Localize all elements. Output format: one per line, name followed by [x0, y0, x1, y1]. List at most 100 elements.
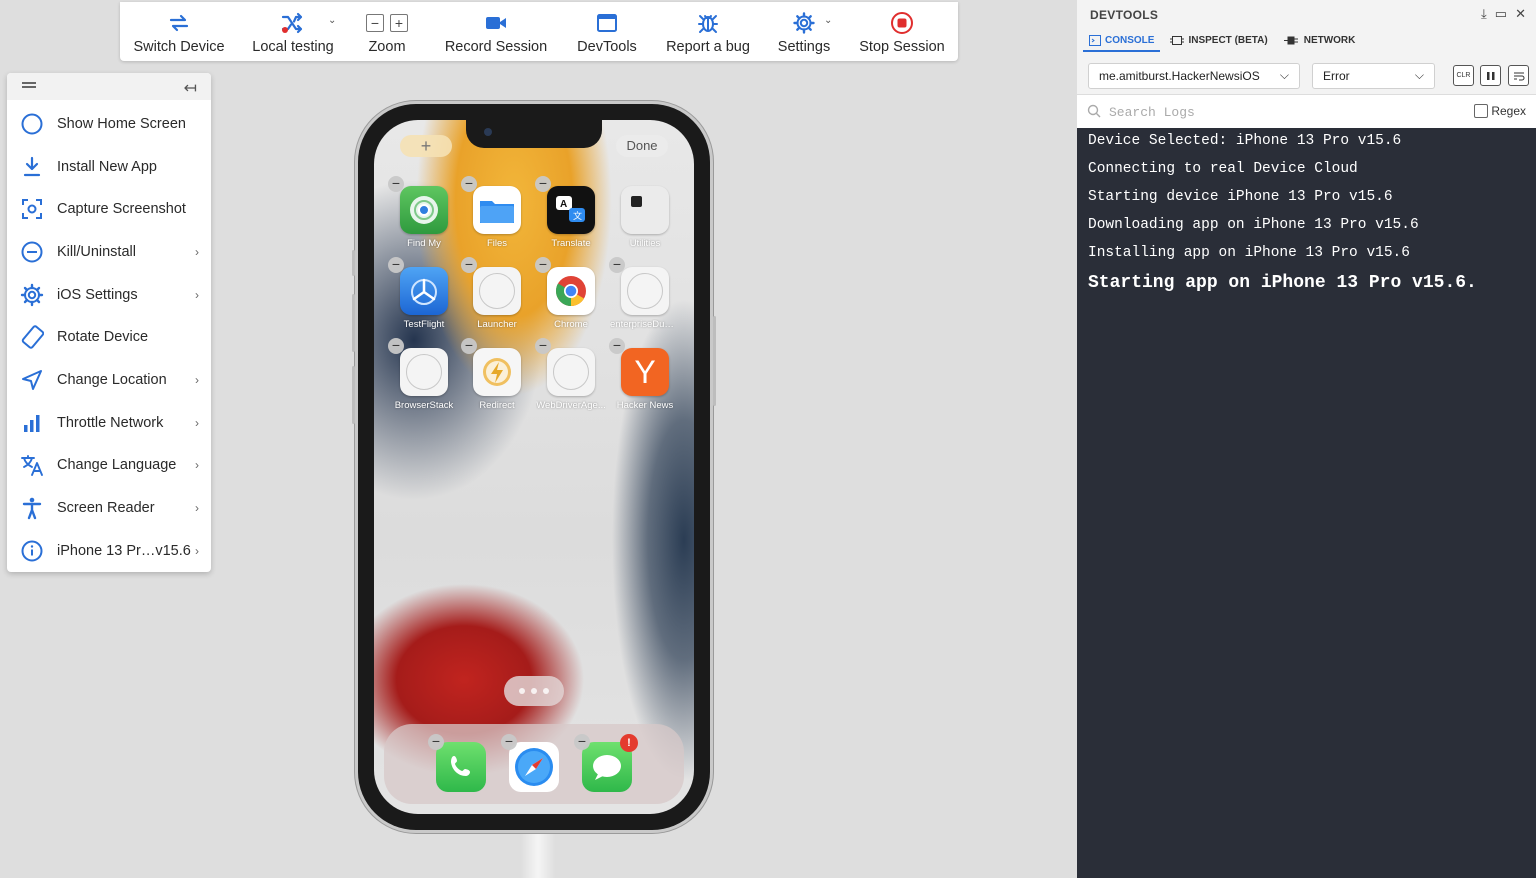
app-launcher[interactable]: − Launcher	[461, 257, 532, 330]
enterprise-placeholder-icon: −	[609, 257, 669, 315]
pause-logs-button[interactable]	[1480, 65, 1501, 86]
chrome-icon: −	[535, 257, 595, 315]
app-label: Launcher	[477, 319, 517, 330]
remove-app-icon[interactable]: −	[461, 338, 477, 354]
app-label: BrowserStack	[394, 400, 454, 411]
done-button[interactable]: Done	[616, 135, 668, 157]
wrap-lines-button[interactable]	[1508, 65, 1529, 86]
settings-label: Settings	[777, 39, 831, 55]
clear-logs-button[interactable]: CLR	[1453, 65, 1474, 86]
dock-bottom-icon[interactable]: ▭	[1495, 6, 1507, 22]
app-hacker-news[interactable]: − Y Hacker News	[609, 338, 680, 411]
minus-circle-icon	[20, 240, 44, 264]
app-find-my[interactable]: − Find My	[388, 176, 459, 249]
remove-app-icon[interactable]: −	[574, 734, 590, 750]
search-logs-input[interactable]	[1107, 101, 1471, 123]
remove-app-icon[interactable]: −	[461, 176, 477, 192]
safari-app[interactable]: −	[501, 734, 559, 792]
app-testflight[interactable]: − TestFlight	[388, 257, 459, 330]
kill-uninstall-item[interactable]: Kill/Uninstall ›	[7, 231, 211, 273]
zoom-in-button[interactable]: +	[390, 14, 408, 32]
log-line: Installing app on iPhone 13 Pro v15.6	[1088, 245, 1410, 261]
zoom-out-button[interactable]: −	[366, 14, 384, 32]
report-bug-button[interactable]: Report a bug	[662, 2, 754, 61]
app-label: Find My	[407, 238, 441, 249]
remove-app-icon[interactable]: −	[461, 257, 477, 273]
app-utilities[interactable]: Utilities	[610, 186, 680, 249]
sidebar-item-label: Screen Reader	[57, 500, 155, 516]
plug-icon	[1283, 36, 1300, 45]
bug-icon	[697, 10, 719, 36]
chevron-down-icon[interactable]: ⌄	[328, 15, 336, 26]
switch-device-button[interactable]: Switch Device	[133, 2, 225, 61]
devtools-button[interactable]: DevTools	[570, 2, 644, 61]
app-webdriver-agent[interactable]: − WebDriverAge...	[535, 338, 606, 411]
window-icon	[596, 10, 618, 36]
regex-toggle[interactable]: Regex	[1474, 104, 1526, 118]
show-home-screen-item[interactable]: Show Home Screen	[7, 103, 211, 145]
device-info-item[interactable]: iPhone 13 Pr…v15.6 ›	[7, 530, 211, 572]
log-level-select[interactable]: Error ⌵	[1312, 63, 1435, 89]
devtools-title: DEVTOOLS	[1090, 8, 1159, 22]
app-select-value: me.amitburst.HackerNewsiOS	[1099, 69, 1260, 83]
app-enterprise-dummy[interactable]: − enterpriseDum...	[609, 257, 680, 330]
remove-app-icon[interactable]: −	[388, 176, 404, 192]
remove-app-icon[interactable]: −	[535, 257, 551, 273]
remove-app-icon[interactable]: −	[388, 257, 404, 273]
remove-app-icon[interactable]: −	[501, 734, 517, 750]
remove-app-icon[interactable]: −	[609, 257, 625, 273]
tab-console[interactable]: CONSOLE	[1083, 30, 1161, 52]
remove-app-icon[interactable]: −	[535, 176, 551, 192]
rotate-device-item[interactable]: Rotate Device	[7, 316, 211, 358]
phone-app[interactable]: −	[428, 734, 486, 792]
regex-checkbox[interactable]	[1474, 104, 1489, 118]
lightning-cable	[520, 831, 556, 878]
app-redirect[interactable]: − Redirect	[461, 338, 532, 411]
local-testing-button[interactable]: ⌄ Local testing	[246, 2, 340, 61]
device-screen[interactable]: + Done − Find My − Files − A文 Translate	[374, 120, 694, 814]
messages-app[interactable]: − !	[574, 734, 638, 792]
page-indicator[interactable]	[504, 676, 564, 706]
close-icon[interactable]: ✕	[1515, 6, 1526, 22]
stop-session-button[interactable]: Stop Session	[858, 2, 946, 61]
tab-inspect[interactable]: INSPECT (BETA)	[1164, 30, 1273, 50]
app-label: WebDriverAge...	[536, 400, 606, 411]
translate-icon	[20, 453, 44, 477]
throttle-network-item[interactable]: Throttle Network ›	[7, 402, 211, 444]
log-level-value: Error	[1323, 69, 1350, 83]
settings-button[interactable]: ⌄ Settings	[772, 2, 836, 61]
app-browserstack[interactable]: − BrowserStack	[388, 338, 459, 411]
translate-app-icon: − A文	[535, 176, 595, 234]
hacker-news-icon: − Y	[609, 338, 669, 396]
remove-app-icon[interactable]: −	[388, 338, 404, 354]
change-location-item[interactable]: Change Location ›	[7, 359, 211, 401]
switch-arrows-icon	[168, 10, 190, 36]
chevron-right-icon: ›	[195, 288, 199, 302]
message-bubble-icon	[593, 755, 621, 780]
app-label: Hacker News	[616, 400, 674, 411]
app-translate[interactable]: − A文 Translate	[535, 176, 606, 249]
app-files[interactable]: − Files	[461, 176, 532, 249]
switch-device-label: Switch Device	[133, 39, 225, 55]
record-session-button[interactable]: Record Session	[440, 2, 552, 61]
app-chrome[interactable]: − Chrome	[535, 257, 606, 330]
collapse-icon[interactable]: ↤	[184, 78, 197, 98]
remove-app-icon[interactable]: −	[535, 338, 551, 354]
download-icon[interactable]: ⤓	[1481, 6, 1487, 22]
chevron-right-icon: ›	[195, 458, 199, 472]
remove-app-icon[interactable]: −	[428, 734, 444, 750]
add-widget-button[interactable]: +	[400, 135, 452, 157]
capture-screenshot-item[interactable]: Capture Screenshot	[7, 188, 211, 230]
shuffle-icon	[280, 10, 306, 36]
ios-settings-item[interactable]: iOS Settings ›	[7, 274, 211, 316]
tab-network[interactable]: NETWORK	[1278, 30, 1362, 50]
change-language-item[interactable]: Change Language ›	[7, 444, 211, 486]
chevron-down-icon[interactable]: ⌄	[824, 15, 832, 26]
svg-text:文: 文	[573, 210, 582, 221]
app-select[interactable]: me.amitburst.HackerNewsiOS ⌵	[1088, 63, 1300, 89]
drag-handle-icon[interactable]	[22, 82, 36, 90]
remove-app-icon[interactable]: −	[609, 338, 625, 354]
screen-reader-item[interactable]: Screen Reader ›	[7, 487, 211, 529]
sidebar-item-label: Change Language	[57, 457, 177, 473]
install-new-app-item[interactable]: Install New App	[7, 146, 211, 188]
